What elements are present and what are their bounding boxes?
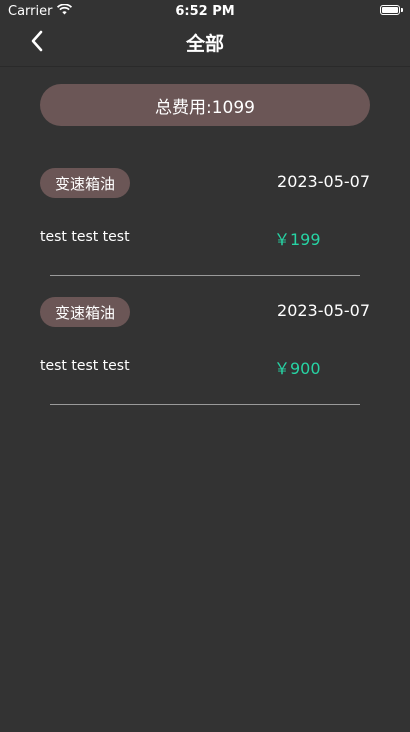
record-description: test test test [40,229,130,245]
battery-icon [380,5,403,15]
list-item[interactable]: 变速箱油 2023-05-07 test test test ￥199 [0,168,410,288]
divider [50,275,360,276]
record-date: 2023-05-07 [277,172,370,191]
category-tag-label: 变速箱油 [55,303,116,322]
nav-bar: 全部 [0,22,410,67]
status-bar: Carrier 6:52 PM [0,0,410,22]
total-cost-badge: 总费用:1099 [40,84,370,126]
battery-fill [382,7,398,13]
record-price: ￥900 [274,359,321,378]
category-tag-label: 变速箱油 [55,174,116,193]
record-price: ￥199 [274,230,321,249]
divider [50,404,360,405]
status-time: 6:52 PM [175,4,235,19]
record-description: test test test [40,358,130,374]
page-title: 全部 [185,33,224,55]
record-date: 2023-05-07 [277,301,370,320]
category-tag: 变速箱油 [40,168,131,198]
list-item[interactable]: 变速箱油 2023-05-07 test test test ￥900 [0,297,410,417]
total-cost-label: 总费用:1099 [155,97,255,118]
category-tag: 变速箱油 [40,297,131,327]
